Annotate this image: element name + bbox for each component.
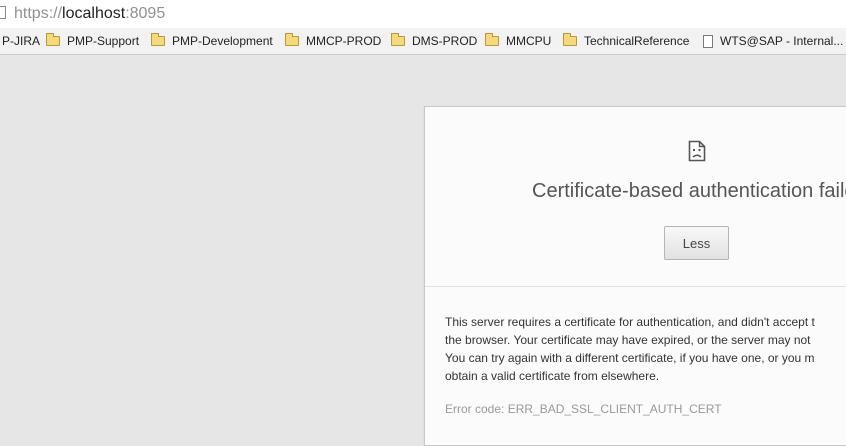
error-code: Error code: ERR_BAD_SSL_CLIENT_AUTH_CERT [445, 402, 722, 416]
bookmark-label: WTS@SAP - Internal... [720, 34, 844, 48]
bookmark-label: PMP-Support [67, 34, 140, 48]
url-port: :8095 [125, 5, 166, 22]
less-button[interactable]: Less [664, 226, 729, 260]
bookmark-label: PMP-Development [172, 34, 273, 48]
folder-icon [391, 33, 405, 46]
folder-icon [151, 33, 165, 46]
url-host: localhost [62, 5, 126, 22]
error-details: This server requires a certificate for a… [445, 313, 846, 385]
bookmark-label: P-JIRA [2, 34, 41, 48]
url-scheme: https:// [14, 5, 63, 22]
details-line: You can try again with a different certi… [445, 351, 815, 365]
page-icon [703, 35, 713, 48]
details-line: obtain a valid certificate from elsewher… [445, 369, 660, 383]
address-bar[interactable]: https://localhost:8095 [0, 0, 846, 28]
divider [425, 286, 846, 287]
folder-icon [46, 33, 60, 46]
page-icon [0, 6, 6, 19]
details-line: the browser. Your certificate may have e… [445, 333, 811, 347]
folder-icon [485, 33, 499, 46]
url-text[interactable]: https://localhost:8095 [14, 4, 165, 24]
error-card: Certificate-based authentication faile L… [424, 106, 846, 446]
bookmark-label: MMCP-PROD [306, 34, 382, 48]
details-line: This server requires a certificate for a… [445, 315, 815, 329]
folder-icon [563, 33, 577, 46]
error-title: Certificate-based authentication faile [532, 180, 846, 202]
bookmark-label: DMS-PROD [412, 34, 478, 48]
bookmarks-bar: P-JIRA PMP-Support PMP-Development MMCP-… [0, 28, 846, 55]
sad-page-icon [688, 140, 706, 162]
bookmark-label: MMCPU [506, 34, 552, 48]
folder-icon [285, 33, 299, 46]
bookmark-label: TechnicalReference [584, 34, 690, 48]
